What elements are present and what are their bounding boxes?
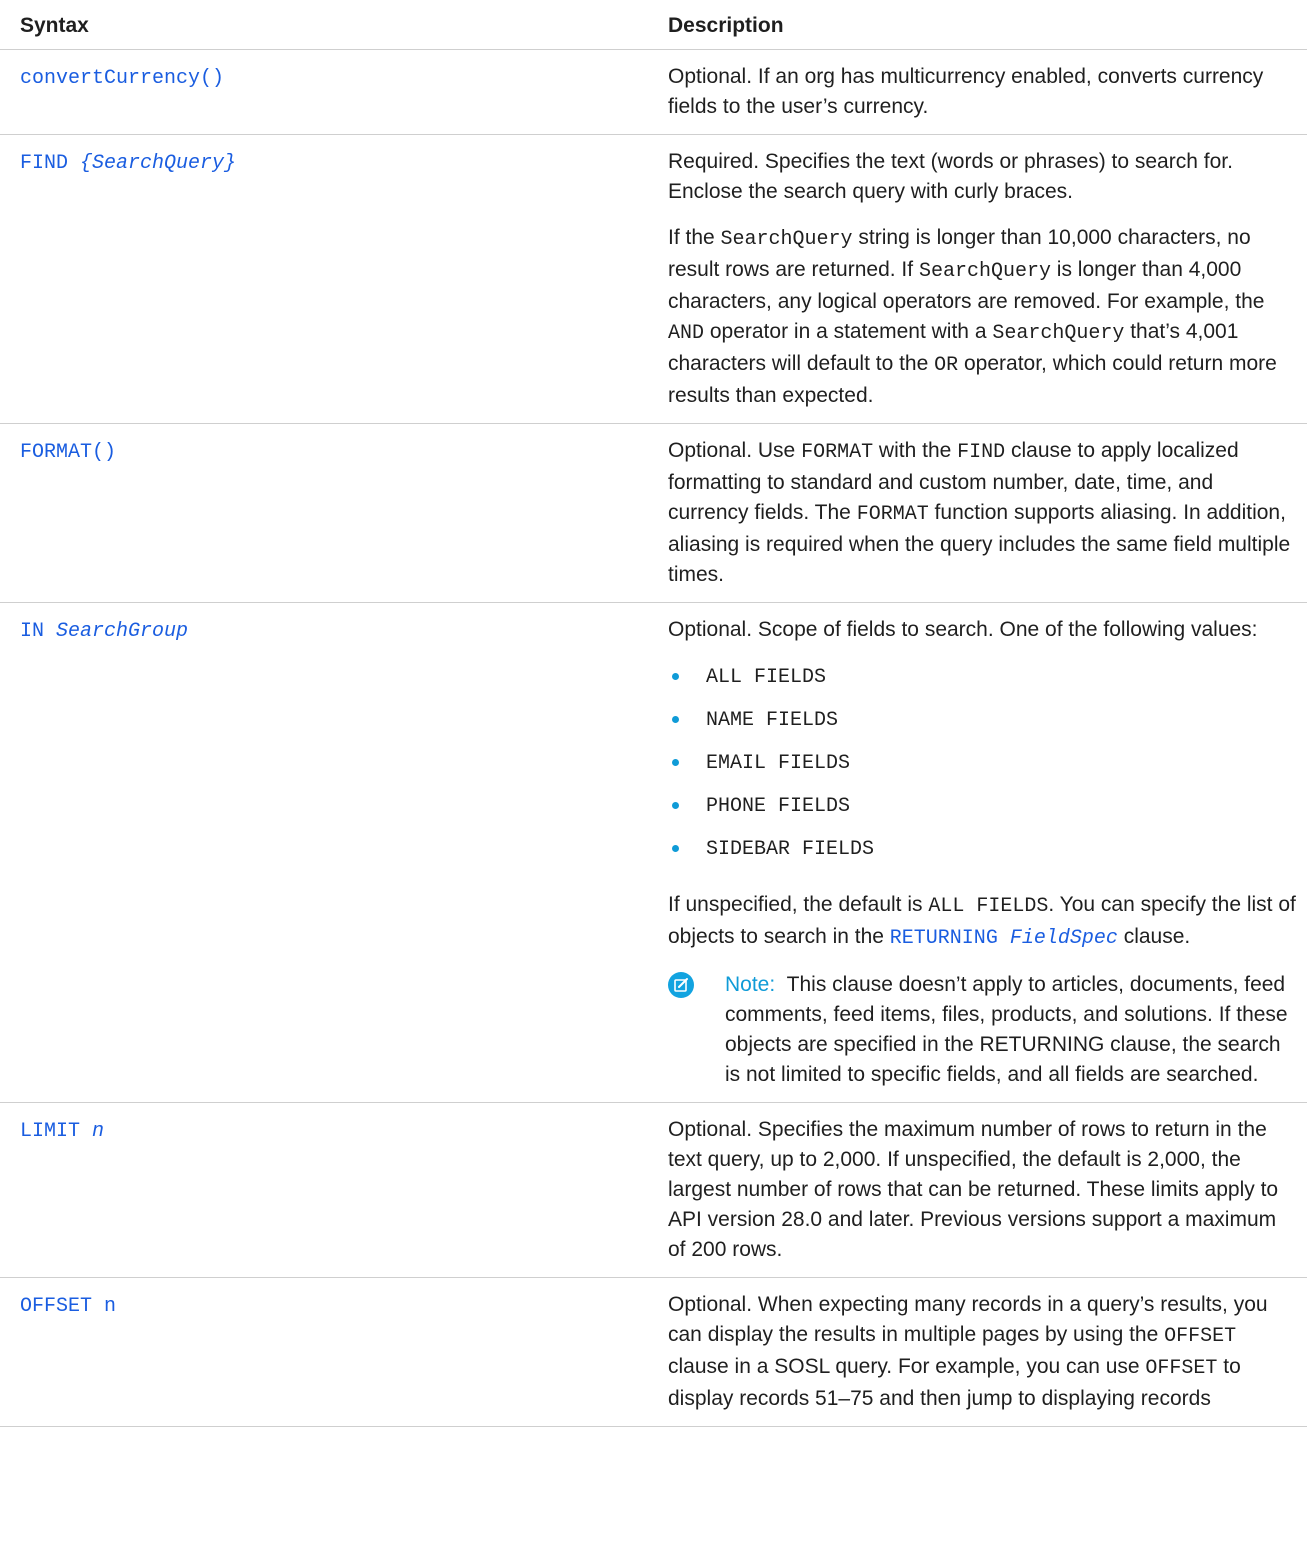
syntax-cell: FIND {SearchQuery} [0,134,648,424]
syntax-link-offset[interactable]: OFFSET n [20,1290,116,1322]
syntax-link-find[interactable]: FIND {SearchQuery} [20,147,236,179]
code-span: OFFSET [1145,1357,1218,1380]
description-cell: Optional. Use FORMAT with the FIND claus… [648,423,1307,603]
text-span: clause in a SOSL query. For example, you… [668,1355,1146,1378]
code-span: OR [934,354,959,377]
code-span: ALL FIELDS [928,895,1049,918]
syntax-link-convertcurrency[interactable]: convertCurrency() [20,62,224,94]
table-row: FIND {SearchQuery} Required. Specifies t… [0,134,1307,424]
description-cell: Optional. Specifies the maximum number o… [648,1102,1307,1278]
link-keyword: RETURNING [889,927,998,950]
syntax-link-limit[interactable]: LIMIT n [20,1115,104,1147]
syntax-link-format[interactable]: FORMAT() [20,436,116,468]
syntax-cell: LIMIT n [0,1102,648,1278]
syntax-cell: convertCurrency() [0,49,648,135]
table-row: FORMAT() Optional. Use FORMAT with the F… [0,423,1307,603]
table-row: OFFSET n Optional. When expecting many r… [0,1277,1307,1427]
text-span: If unspecified, the default is [668,893,929,916]
value-text: SIDEBAR FIELDS [706,838,875,861]
note-label: Note: [725,973,776,996]
list-item: PHONE FIELDS [668,790,1299,833]
value-text: EMAIL FIELDS [706,752,851,775]
description-text: Optional. If an org has multicurrency en… [668,65,1264,118]
bullet-dot-icon [672,759,679,766]
text-span: Optional. Use [668,439,802,462]
code-span: SearchQuery [992,322,1125,345]
description-cell: Optional. Scope of fields to search. One… [648,602,1307,1103]
bullet-dot-icon [672,845,679,852]
value-text: PHONE FIELDS [706,795,851,818]
syntax-keyword: IN [20,620,45,643]
header-description: Description [648,0,1307,50]
syntax-link-in[interactable]: IN SearchGroup [20,615,188,647]
table-row: LIMIT n Optional. Specifies the maximum … [0,1102,1307,1278]
code-span: SearchQuery [918,260,1051,283]
list-item: ALL FIELDS [668,661,1299,704]
syntax-argument: n [92,1120,105,1143]
description-cell: Optional. When expecting many records in… [648,1277,1307,1427]
value-list: ALL FIELDS NAME FIELDS EMAIL FIELDS PHON… [668,661,1299,876]
list-item: SIDEBAR FIELDS [668,833,1299,876]
text-span: operator in a statement with a [704,320,993,343]
text-span: clause. [1117,925,1191,948]
code-span: OFFSET [1164,1325,1237,1348]
value-text: NAME FIELDS [706,709,839,732]
syntax-keyword: FIND [20,152,69,175]
syntax-cell: IN SearchGroup [0,602,648,1103]
description-paragraph: If unspecified, the default is ALL FIELD… [668,890,1299,954]
table-row: IN SearchGroup Optional. Scope of fields… [0,602,1307,1103]
syntax-argument: {SearchQuery} [80,152,237,175]
description-text: Optional. Specifies the maximum number o… [668,1118,1279,1261]
code-span: FORMAT [801,441,874,464]
text-span: If the [668,226,721,249]
edit-note-glyph [674,978,688,992]
code-span: FIND [957,441,1006,464]
value-text: ALL FIELDS [706,666,827,689]
syntax-cell: FORMAT() [0,423,648,603]
table-header-row: Syntax Description [0,0,1307,50]
syntax-keyword: LIMIT [20,1120,81,1143]
code-span: SearchQuery [720,228,853,251]
bullet-dot-icon [672,716,679,723]
syntax-table: Syntax Description convertCurrency() Opt… [0,0,1307,1427]
list-item: NAME FIELDS [668,704,1299,747]
text-span: with the [873,439,958,462]
syntax-cell: OFFSET n [0,1277,648,1427]
edit-note-icon [668,972,694,998]
note-text: This clause doesn’t apply to articles, d… [725,973,1288,1086]
description-cell: Optional. If an org has multicurrency en… [648,49,1307,135]
syntax-argument: SearchGroup [56,620,189,643]
description-text: Required. Specifies the text (words or p… [668,150,1233,203]
description-text: Optional. Scope of fields to search. One… [668,618,1258,641]
note-callout: Note: This clause doesn’t apply to artic… [668,970,1299,1090]
header-syntax: Syntax [0,0,648,50]
bullet-dot-icon [672,802,679,809]
description-paragraph: If the SearchQuery string is longer than… [668,223,1299,411]
code-span: AND [668,322,705,345]
description-paragraph: Optional. Use FORMAT with the FIND claus… [668,436,1299,590]
description-paragraph: Optional. When expecting many records in… [668,1290,1299,1414]
bullet-dot-icon [672,673,679,680]
list-item: EMAIL FIELDS [668,747,1299,790]
code-span: FORMAT [856,503,929,526]
returning-fieldspec-link[interactable]: RETURNING FieldSpec [890,927,1118,950]
table-row: convertCurrency() Optional. If an org ha… [0,49,1307,135]
page: Syntax Description convertCurrency() Opt… [0,0,1307,1560]
description-cell: Required. Specifies the text (words or p… [648,134,1307,424]
link-argument: FieldSpec [1009,927,1118,950]
